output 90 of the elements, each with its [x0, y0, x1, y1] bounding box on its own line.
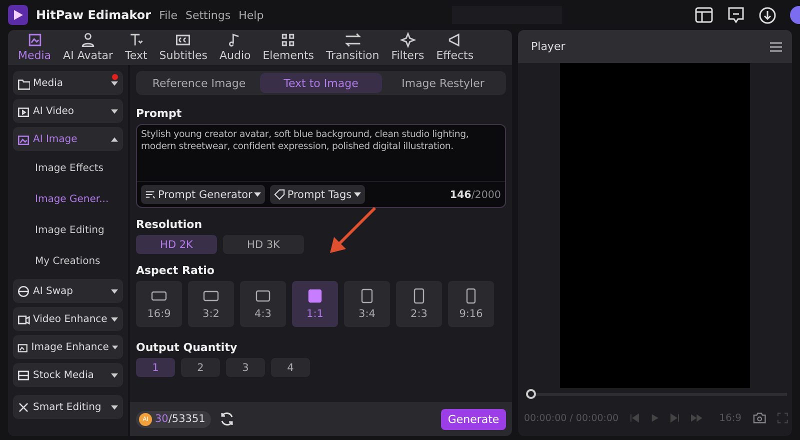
app-name: HitPaw Edimakor [36, 8, 152, 22]
mode-tab[interactable]: Image Restyler [382, 73, 504, 93]
list-icon [145, 189, 156, 200]
refresh-icon[interactable] [219, 411, 236, 427]
sidebar-subitem[interactable]: Image Effects [13, 155, 123, 182]
caret-icon [111, 80, 118, 86]
app-logo-icon [8, 5, 28, 25]
caret-icon [111, 316, 118, 322]
prompt-tool-dropdown[interactable]: Prompt Generator [141, 185, 266, 204]
toolbar-tab[interactable]: Elements [256, 30, 320, 65]
frame-shape-icon [307, 288, 323, 304]
frame-shape-icon [359, 288, 375, 304]
sidebar-item[interactable]: AI Video [13, 99, 123, 123]
toolbar-tab[interactable]: Transition [320, 30, 386, 65]
prompt-field[interactable]: Stylish young creator avatar, soft blue background, clean studio lighting, modern streetwear, confident expression, polished digital illustration. Prompt Generator Prompt Tags 146/2000 [136, 124, 506, 208]
caret-icon [354, 192, 361, 197]
toolbar-tab[interactable]: Media [12, 30, 58, 65]
menu-icon[interactable] [770, 42, 782, 52]
resolution-option[interactable]: HD 2K [136, 235, 217, 254]
resolution-option[interactable]: HD 3K [223, 235, 304, 254]
timecode: 00:00:00 / 00:00:00 [524, 412, 619, 424]
camera-icon [17, 312, 30, 326]
section-title: Resolution [136, 218, 204, 231]
sidebar-item[interactable]: AI Swap [13, 279, 123, 303]
mode-tab[interactable]: Text to Image [260, 73, 382, 93]
sidebar-item[interactable]: Stock Media [13, 363, 123, 387]
tag-icon [274, 189, 286, 200]
sidebar-subitem[interactable]: My Creations [13, 248, 123, 275]
toolbar-tab[interactable]: Effects [430, 30, 480, 65]
folder-icon [17, 76, 30, 90]
aspect-ratio-option[interactable]: 2:3 [396, 281, 442, 327]
globe-icon [17, 284, 30, 298]
toolbar-tab[interactable]: Subtitles [153, 30, 214, 65]
caret-icon [111, 288, 118, 294]
frame-shape-icon [255, 288, 271, 304]
aspect-ratio-option[interactable]: 3:4 [344, 281, 390, 327]
quantity-option[interactable]: 2 [181, 358, 220, 377]
arrows-icon [344, 31, 362, 49]
quantity-option[interactable]: 1 [136, 358, 175, 377]
caret-icon [111, 372, 118, 378]
menu-item[interactable]: Help [238, 8, 264, 22]
video-icon [17, 104, 30, 118]
sidebar-item[interactable]: Smart Editing [13, 395, 123, 419]
prompt-tool-dropdown[interactable]: Prompt Tags [270, 185, 365, 204]
quantity-option[interactable]: 3 [226, 358, 265, 377]
quantity-option[interactable]: 4 [271, 358, 310, 377]
image-icon [17, 132, 30, 146]
sidebar-item[interactable]: Media [13, 71, 123, 95]
frame-shape-icon [411, 288, 427, 304]
generate-button[interactable]: Generate [441, 408, 506, 430]
toolbar-tab[interactable]: Filters [385, 30, 430, 65]
playback-slider[interactable] [526, 389, 787, 399]
sidebar-item[interactable]: Image Enhance [13, 335, 123, 359]
aspect-ratio-option[interactable]: 9:16 [448, 281, 494, 327]
sidebar-subitem[interactable]: Image Gener... [13, 186, 123, 213]
section-title: Prompt [136, 107, 183, 120]
prompt-text: Stylish young creator avatar, soft blue background, clean studio lighting, modern streetwear, confident expression, polished digital illustration. [140, 128, 470, 154]
aspect-ratio-option[interactable]: 16:9 [136, 281, 182, 327]
section-title: Aspect Ratio [136, 264, 216, 277]
menu-item[interactable]: File [159, 8, 178, 22]
window-icon [17, 368, 30, 382]
frame-shape-icon [203, 288, 219, 304]
sidebar-item[interactable]: Video Enhance [13, 307, 123, 331]
section-title: Output Quantity [136, 341, 238, 354]
toolbar-tab[interactable]: AI Avatar [57, 30, 120, 65]
camera-icon[interactable] [752, 412, 766, 424]
player-title: Player [531, 40, 566, 53]
feedback-icon[interactable] [727, 6, 745, 24]
layout-icon[interactable] [695, 7, 713, 23]
aspect-ratio-option[interactable]: 1:1 [292, 281, 338, 327]
sidebar-item[interactable]: AI Image [13, 127, 123, 151]
sidebar-subitem[interactable]: Image Editing [13, 217, 123, 244]
download-icon[interactable] [759, 6, 776, 24]
caret-icon [112, 344, 118, 350]
toolbar-tab[interactable]: Text [119, 30, 154, 65]
mode-tab[interactable]: Reference Image [138, 73, 260, 93]
aspect-ratio-option[interactable]: 3:2 [188, 281, 234, 327]
aspect-ratio-option[interactable]: 4:3 [240, 281, 286, 327]
avatar-icon[interactable] [790, 6, 800, 24]
cross-icon [17, 400, 30, 414]
caret-icon [111, 136, 118, 142]
toolbar-tab[interactable]: Audio [213, 30, 257, 65]
credits-text: 30/53351 [155, 413, 206, 425]
character-count: 146/2000 [450, 188, 501, 200]
annotation-arrow [328, 205, 378, 255]
caret-icon [111, 108, 118, 114]
menu-item[interactable]: Settings [185, 8, 231, 22]
caret-icon [254, 192, 262, 197]
caret-icon [111, 404, 118, 410]
sparkle-icon [398, 31, 417, 49]
